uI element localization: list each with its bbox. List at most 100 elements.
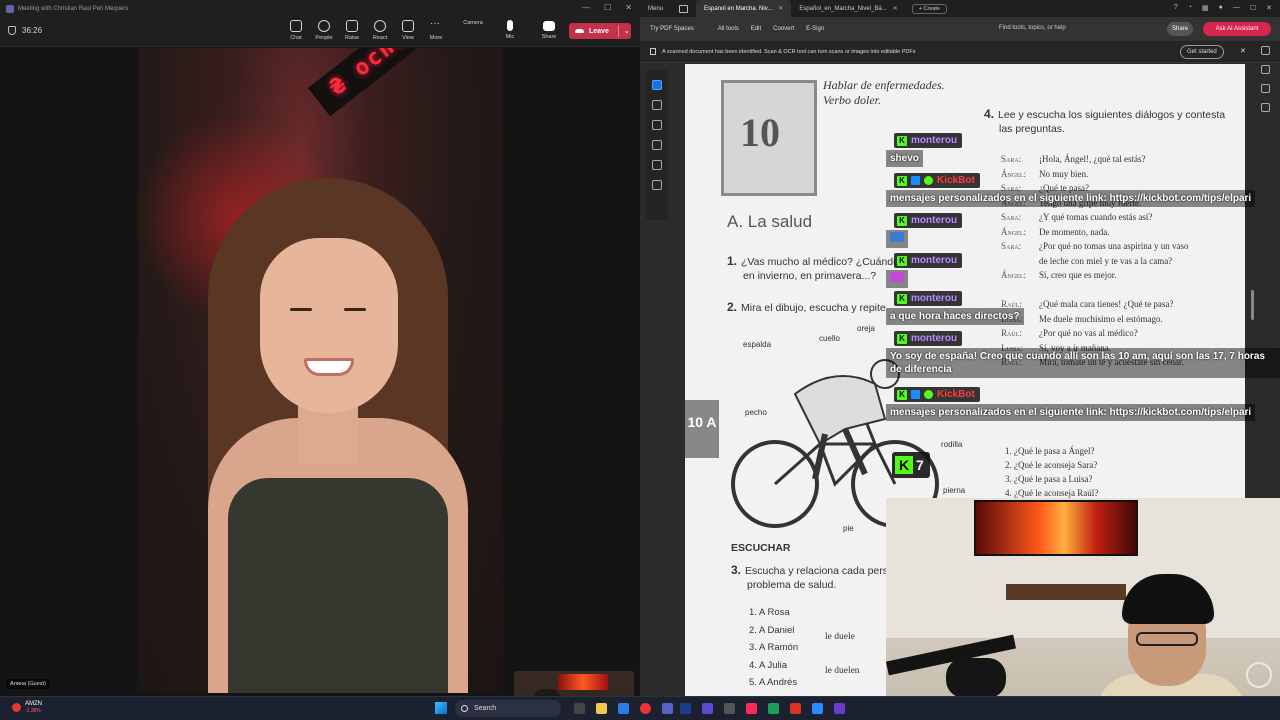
smile-icon	[374, 20, 386, 32]
menu-button[interactable]: Menu	[640, 6, 671, 12]
close-icon[interactable]: ✕	[625, 3, 632, 12]
page-icon[interactable]	[1261, 84, 1270, 93]
tiktok-icon[interactable]	[746, 703, 757, 714]
stock-widget[interactable]: AMZN -1.35%	[12, 701, 42, 715]
pdf-spaces-button[interactable]: Try PDF Spaces	[644, 26, 700, 32]
find-tools-search[interactable]: Find tools, topics, or help	[999, 25, 1066, 31]
comment-icon[interactable]	[1261, 46, 1270, 55]
chat-label: Chat	[290, 35, 302, 41]
share-button[interactable]: Share	[536, 20, 562, 40]
apps-icon[interactable]: ▦	[1202, 4, 1209, 12]
close-icon[interactable]: ✕	[778, 5, 783, 12]
maximize-icon[interactable]: ☐	[604, 3, 611, 12]
people-button[interactable]: People	[311, 20, 337, 41]
dialog-text: Sí, creo que es mejor.	[1039, 270, 1117, 280]
stamp-icon[interactable]	[652, 180, 662, 190]
chat-username: monterou	[911, 135, 958, 146]
help-icon[interactable]: ?	[1174, 4, 1178, 12]
app-icon[interactable]	[812, 703, 823, 714]
raise-button[interactable]: Raise	[339, 20, 365, 41]
camera-label: Camera	[463, 20, 483, 26]
taskbar-search[interactable]: Search	[455, 700, 561, 717]
chat-emote	[886, 270, 908, 288]
chevron-down-icon[interactable]: ⌄	[624, 27, 630, 35]
chat-button[interactable]: Chat	[283, 20, 309, 41]
match-option: tiene	[825, 688, 860, 696]
dialog-text: No muy bien.	[1039, 168, 1089, 179]
text-select-icon[interactable]	[652, 160, 662, 170]
minimize-icon[interactable]: —	[1233, 4, 1240, 12]
scrollbar[interactable]	[1251, 290, 1254, 320]
bell-icon[interactable]: ◔	[1188, 4, 1192, 12]
view-button[interactable]: View	[395, 20, 421, 41]
leave-button[interactable]: Leave ⌄	[569, 23, 631, 39]
label-pie: pie	[843, 524, 854, 533]
tab-document-2[interactable]: Español_en_Marcha_Nivel_Bá... ✕	[791, 0, 905, 17]
exercise-4: 4. Lee y escucha los siguientes diálogos …	[984, 107, 1226, 121]
app-icon[interactable]	[768, 703, 779, 714]
dialog-text: De momento, nada.	[1039, 226, 1110, 237]
windows-taskbar: AMZN -1.35% Search	[0, 696, 1280, 720]
stock-change: -1.35%	[25, 708, 41, 714]
share-button[interactable]: Share	[1167, 22, 1193, 36]
match-item: 5. A Andrés	[749, 677, 798, 688]
camera-button[interactable]: Camera	[460, 20, 486, 26]
chat-text: shevo	[886, 150, 923, 167]
kick-badge-icon: K	[897, 293, 907, 304]
more-button[interactable]: ··· More	[423, 19, 449, 42]
convert-tab[interactable]: Convert	[767, 26, 800, 32]
opera-icon[interactable]	[640, 703, 651, 714]
acrobat-icon[interactable]	[790, 703, 801, 714]
banner-text: A scanned document has been identified. …	[662, 48, 916, 55]
close-icon[interactable]: ✕	[1266, 4, 1272, 12]
tab-document-1[interactable]: Espanol en Marcha. Niv... ✕	[696, 0, 792, 17]
chat-username-badge: Kmonterou	[894, 331, 963, 346]
bookmark-icon[interactable]	[1261, 65, 1270, 74]
dialog-text: Me duele muchísimo el estómago.	[1039, 313, 1163, 324]
close-icon[interactable]: ✕	[1240, 47, 1246, 55]
start-button[interactable]	[435, 702, 447, 714]
dialog-text: ¿Y qué tomas cuando estás así?	[1039, 212, 1153, 222]
app-icon[interactable]	[834, 703, 845, 714]
all-tools-tab[interactable]: All tools	[712, 26, 745, 32]
file-explorer-icon[interactable]	[596, 703, 607, 714]
chat-icon	[290, 20, 302, 32]
teams-window-title: Meeting with Christian Raul Peri Mequers	[18, 5, 129, 12]
avatar[interactable]: ●	[1219, 4, 1223, 12]
kick-badge-icon: K	[897, 389, 907, 400]
minimize-icon[interactable]: —	[582, 3, 590, 12]
create-button[interactable]: + Create	[911, 3, 947, 14]
bot-badge-icon	[911, 176, 920, 185]
close-icon[interactable]: ✕	[893, 5, 898, 12]
react-button[interactable]: React	[367, 20, 393, 41]
chrome-icon[interactable]	[618, 703, 629, 714]
app-icon[interactable]	[680, 703, 691, 714]
lasso-icon[interactable]	[652, 140, 662, 150]
get-started-button[interactable]: Get started	[1180, 45, 1224, 59]
task-view-icon[interactable]	[574, 703, 585, 714]
teams-window: Meeting with Christian Raul Peri Mequers…	[0, 0, 640, 720]
tools-rail	[646, 70, 668, 220]
maximize-icon[interactable]: ☐	[1250, 4, 1256, 12]
label-pierna: pierna	[943, 486, 966, 495]
settings-icon[interactable]	[724, 703, 735, 714]
ai-assistant-button[interactable]: Ask AI Assistant	[1203, 22, 1271, 36]
mic-button[interactable]: Mic	[497, 20, 523, 40]
teams-icon[interactable]	[662, 703, 673, 714]
dialog-line: Ángel: No muy bien.	[1001, 167, 1188, 182]
esign-tab[interactable]: E-Sign	[800, 26, 830, 32]
edit-tab[interactable]: Edit	[745, 26, 767, 32]
exercise-4-cont: las preguntas.	[999, 123, 1065, 135]
kick-badge-icon: K	[897, 175, 907, 186]
people-icon	[318, 20, 330, 32]
dialog-line	[1001, 283, 1188, 298]
zoom-icon[interactable]	[652, 100, 662, 110]
copy-icon[interactable]	[1261, 103, 1270, 112]
select-icon[interactable]	[652, 80, 662, 90]
stock-ticker: AMZN	[25, 701, 42, 707]
question: 3. ¿Qué le pasa a Luisa?	[1005, 474, 1093, 484]
app-icon[interactable]	[702, 703, 713, 714]
speaker: Sara:	[1001, 241, 1022, 251]
home-icon[interactable]	[679, 4, 689, 13]
pen-icon[interactable]	[652, 120, 662, 130]
